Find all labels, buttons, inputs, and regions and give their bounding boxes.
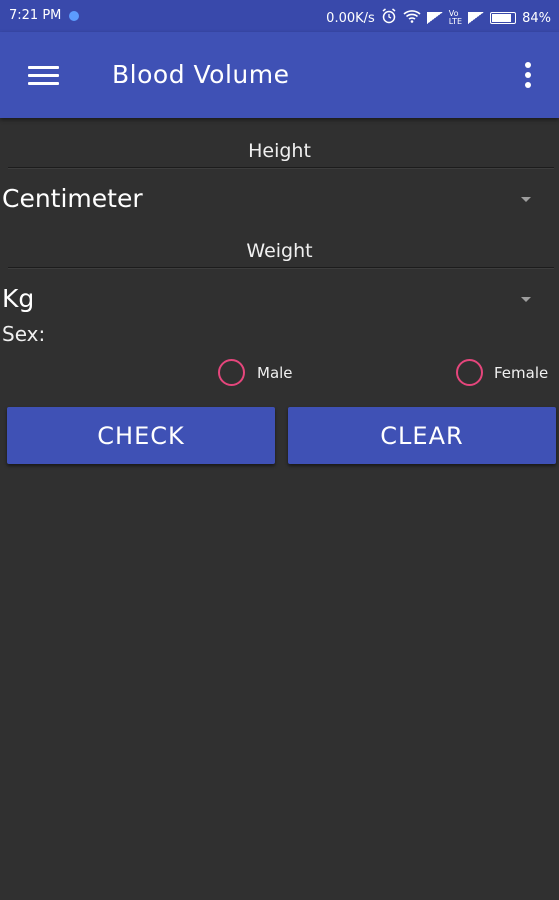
sex-label: Sex:	[2, 322, 46, 346]
weight-unit-value: Kg	[2, 284, 35, 313]
height-unit-spinner[interactable]: Centimeter	[0, 180, 559, 224]
height-unit-value: Centimeter	[2, 184, 143, 213]
weight-unit-spinner[interactable]: Kg	[0, 280, 559, 324]
app-bar: Blood Volume	[0, 32, 559, 118]
height-label: Height	[248, 140, 311, 162]
female-label[interactable]: Female	[494, 364, 548, 382]
battery-level: 84%	[522, 10, 551, 26]
signal-icon	[426, 12, 443, 24]
network-speed: 0.00K/s	[326, 10, 375, 26]
page-title: Blood Volume	[112, 60, 290, 89]
status-time: 7:21 PM	[9, 8, 62, 23]
dropdown-arrow-icon	[521, 297, 531, 302]
status-bar: 7:21 PM 0.00K/s Vo LTE 84%	[0, 0, 559, 32]
alarm-icon	[381, 8, 397, 28]
weight-divider	[8, 267, 554, 269]
height-divider	[8, 167, 554, 169]
signal-icon	[468, 12, 485, 24]
male-radio[interactable]	[218, 359, 245, 386]
weight-label: Weight	[246, 240, 313, 262]
check-button[interactable]: CHECK	[7, 407, 275, 464]
status-left: 7:21 PM	[9, 8, 80, 23]
battery-icon	[490, 12, 517, 24]
wifi-icon	[403, 9, 421, 27]
hamburger-menu-icon[interactable]	[28, 66, 59, 86]
notification-dot-icon	[69, 10, 80, 21]
female-radio[interactable]	[456, 359, 483, 386]
clear-button[interactable]: CLEAR	[288, 407, 556, 464]
male-label[interactable]: Male	[257, 364, 293, 382]
volte-icon: Vo LTE	[448, 9, 463, 26]
status-right: 0.00K/s Vo LTE 84%	[326, 8, 551, 28]
more-vertical-icon[interactable]	[520, 62, 536, 90]
dropdown-arrow-icon	[521, 197, 531, 202]
